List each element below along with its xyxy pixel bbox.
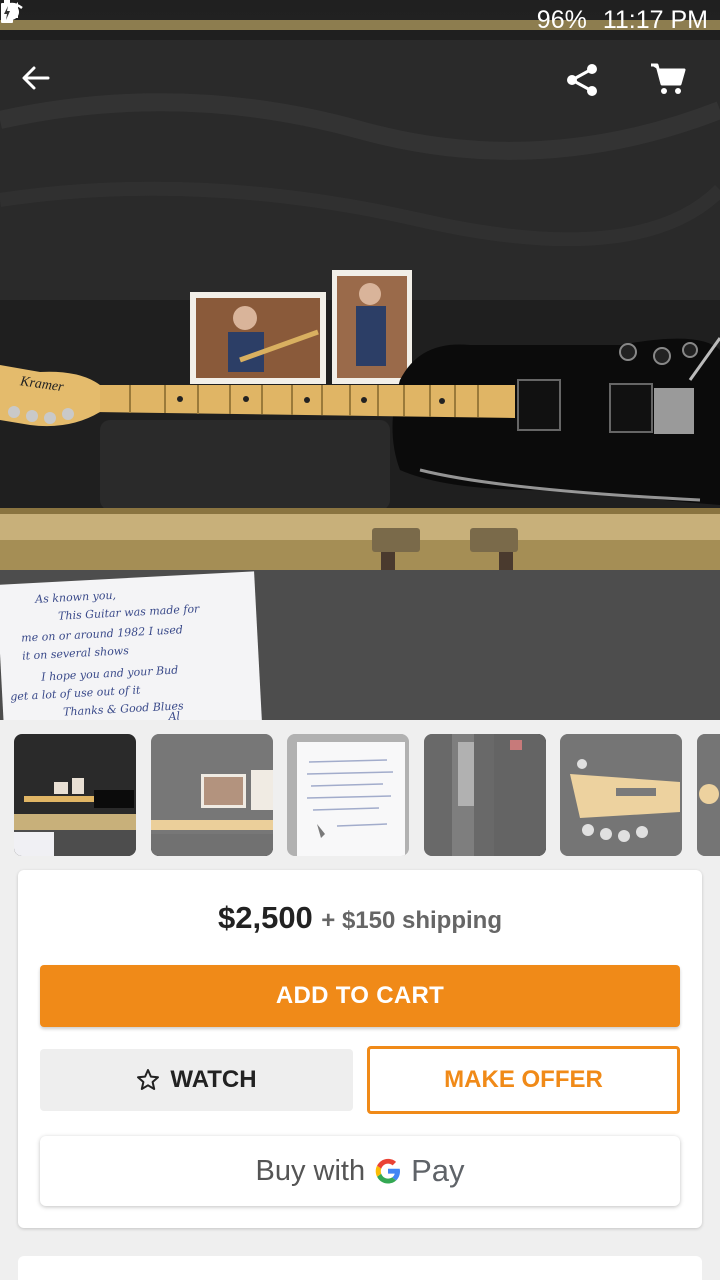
share-icon — [567, 64, 597, 96]
watch-button[interactable]: WATCH — [40, 1049, 353, 1111]
status-bar: 96% 11:17 PM — [0, 0, 720, 40]
item-price: $2,500 — [217, 900, 313, 935]
back-button[interactable] — [20, 62, 80, 122]
purchase-card: $2,500 + $150 shipping ADD TO CART WATCH… — [18, 870, 702, 1228]
google-g-logo-icon — [375, 1158, 401, 1184]
next-section-card — [18, 1256, 702, 1280]
make-offer-button[interactable]: MAKE OFFER — [367, 1046, 680, 1114]
thumbnail-strip[interactable] — [0, 720, 720, 870]
price-row: $2,500 + $150 shipping — [18, 900, 702, 936]
cart-icon — [651, 63, 686, 94]
battery-percent: 96% — [536, 5, 587, 34]
status-time: 11:17 PM — [602, 5, 708, 34]
hero-photo[interactable]: Kramer As known you, This Guitar was mad… — [0, 0, 720, 720]
arrow-left-icon — [22, 66, 50, 90]
thumb-partial[interactable] — [697, 734, 720, 856]
add-to-cart-button[interactable]: ADD TO CART — [40, 965, 680, 1027]
cart-button[interactable] — [650, 62, 710, 122]
thumb-handwritten-note[interactable] — [287, 734, 409, 856]
thumb-guitar-photos[interactable] — [151, 734, 273, 856]
thumb-guitar-case[interactable] — [14, 734, 136, 856]
pay-label: Pay — [411, 1153, 465, 1188]
note-line-8: Al — [167, 709, 181, 720]
shipping-cost: + $150 shipping — [321, 907, 502, 934]
thumb-guitar-body[interactable] — [424, 734, 546, 856]
share-button[interactable] — [564, 62, 624, 122]
buy-with-label: Buy with — [255, 1154, 366, 1187]
google-pay-button[interactable]: Buy with Pay — [40, 1136, 680, 1206]
thumb-headstock[interactable] — [560, 734, 682, 856]
watch-label: WATCH — [170, 1066, 257, 1093]
listing-screen: Kramer As known you, This Guitar was mad… — [0, 0, 720, 1280]
star-outline-icon — [137, 1069, 160, 1090]
